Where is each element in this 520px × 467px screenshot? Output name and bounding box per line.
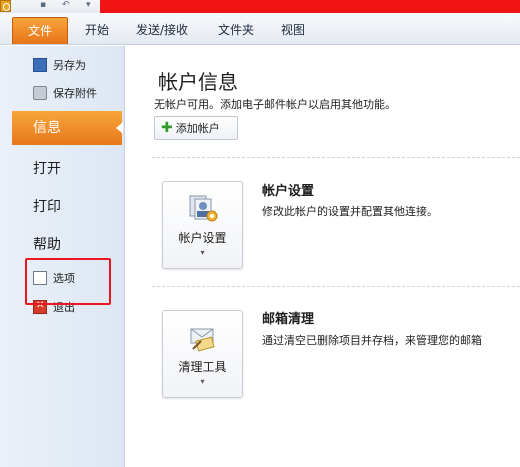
nav-save-as-label: 另存为 xyxy=(53,59,86,72)
account-info-panel: 帐户信息 无帐户可用。添加电子邮件帐户以启用其他功能。 ✚ 添加帐户 帐户设置 … xyxy=(126,46,520,467)
tab-send-receive[interactable]: 发送/接收 xyxy=(128,18,196,43)
annotation-highlight-box xyxy=(25,258,111,305)
nav-save-attachments[interactable]: 保存附件 xyxy=(33,82,97,104)
nav-help[interactable]: 帮助 xyxy=(33,234,61,254)
mailbox-cleanup-description: 通过清空已删除项目并存档，来管理您的邮箱 xyxy=(262,334,482,347)
quick-access-toolbar: ▪ ↶ ▾ xyxy=(0,0,520,13)
mailbox-cleanup-title: 邮箱清理 xyxy=(262,312,315,327)
attachment-icon xyxy=(33,86,47,100)
divider xyxy=(152,157,520,158)
account-settings-description: 修改此帐户的设置并配置其他连接。 xyxy=(262,205,438,218)
undo-icon[interactable]: ↶ xyxy=(62,0,70,11)
tab-file[interactable]: 文件 xyxy=(12,17,68,44)
customize-toolbar-icon[interactable]: ▾ xyxy=(86,0,91,11)
account-settings-icon xyxy=(189,195,218,222)
nav-save-attachments-label: 保存附件 xyxy=(53,87,97,100)
account-settings-title: 帐户设置 xyxy=(262,184,315,199)
cleanup-tools-button[interactable]: 清理工具 ▾ xyxy=(162,310,243,398)
divider xyxy=(152,286,520,287)
save-as-icon xyxy=(33,58,47,72)
nav-save-as[interactable]: 另存为 xyxy=(33,54,86,76)
backstage-nav: 另存为 保存附件 信息 打开 打印 帮助 选项 退出 xyxy=(0,46,125,467)
account-settings-button-label: 帐户设置 xyxy=(178,231,227,245)
chevron-down-icon: ▾ xyxy=(200,248,205,257)
nav-print[interactable]: 打印 xyxy=(33,196,61,216)
page-title: 帐户信息 xyxy=(158,70,238,94)
cleanup-tools-icon xyxy=(190,328,215,352)
add-account-button[interactable]: ✚ 添加帐户 xyxy=(154,116,238,140)
cleanup-tools-button-label: 清理工具 xyxy=(178,360,227,374)
ribbon-tabs: 文件 开始 发送/接收 文件夹 视图 xyxy=(0,13,520,45)
nav-open[interactable]: 打开 xyxy=(33,158,61,178)
chevron-down-icon: ▾ xyxy=(200,377,205,386)
tab-view[interactable]: 视图 xyxy=(273,18,313,43)
tab-folder[interactable]: 文件夹 xyxy=(210,18,262,43)
nav-info[interactable]: 信息 xyxy=(12,111,123,145)
add-account-label: 添加帐户 xyxy=(175,122,220,135)
outlook-app-icon[interactable] xyxy=(0,0,11,12)
title-bar xyxy=(100,0,520,13)
account-settings-button[interactable]: 帐户设置 ▾ xyxy=(162,181,243,269)
tab-home[interactable]: 开始 xyxy=(77,18,117,43)
save-icon[interactable]: ▪ xyxy=(40,0,46,11)
plus-icon: ✚ xyxy=(161,120,173,136)
page-subtitle: 无帐户可用。添加电子邮件帐户以启用其他功能。 xyxy=(154,98,396,111)
